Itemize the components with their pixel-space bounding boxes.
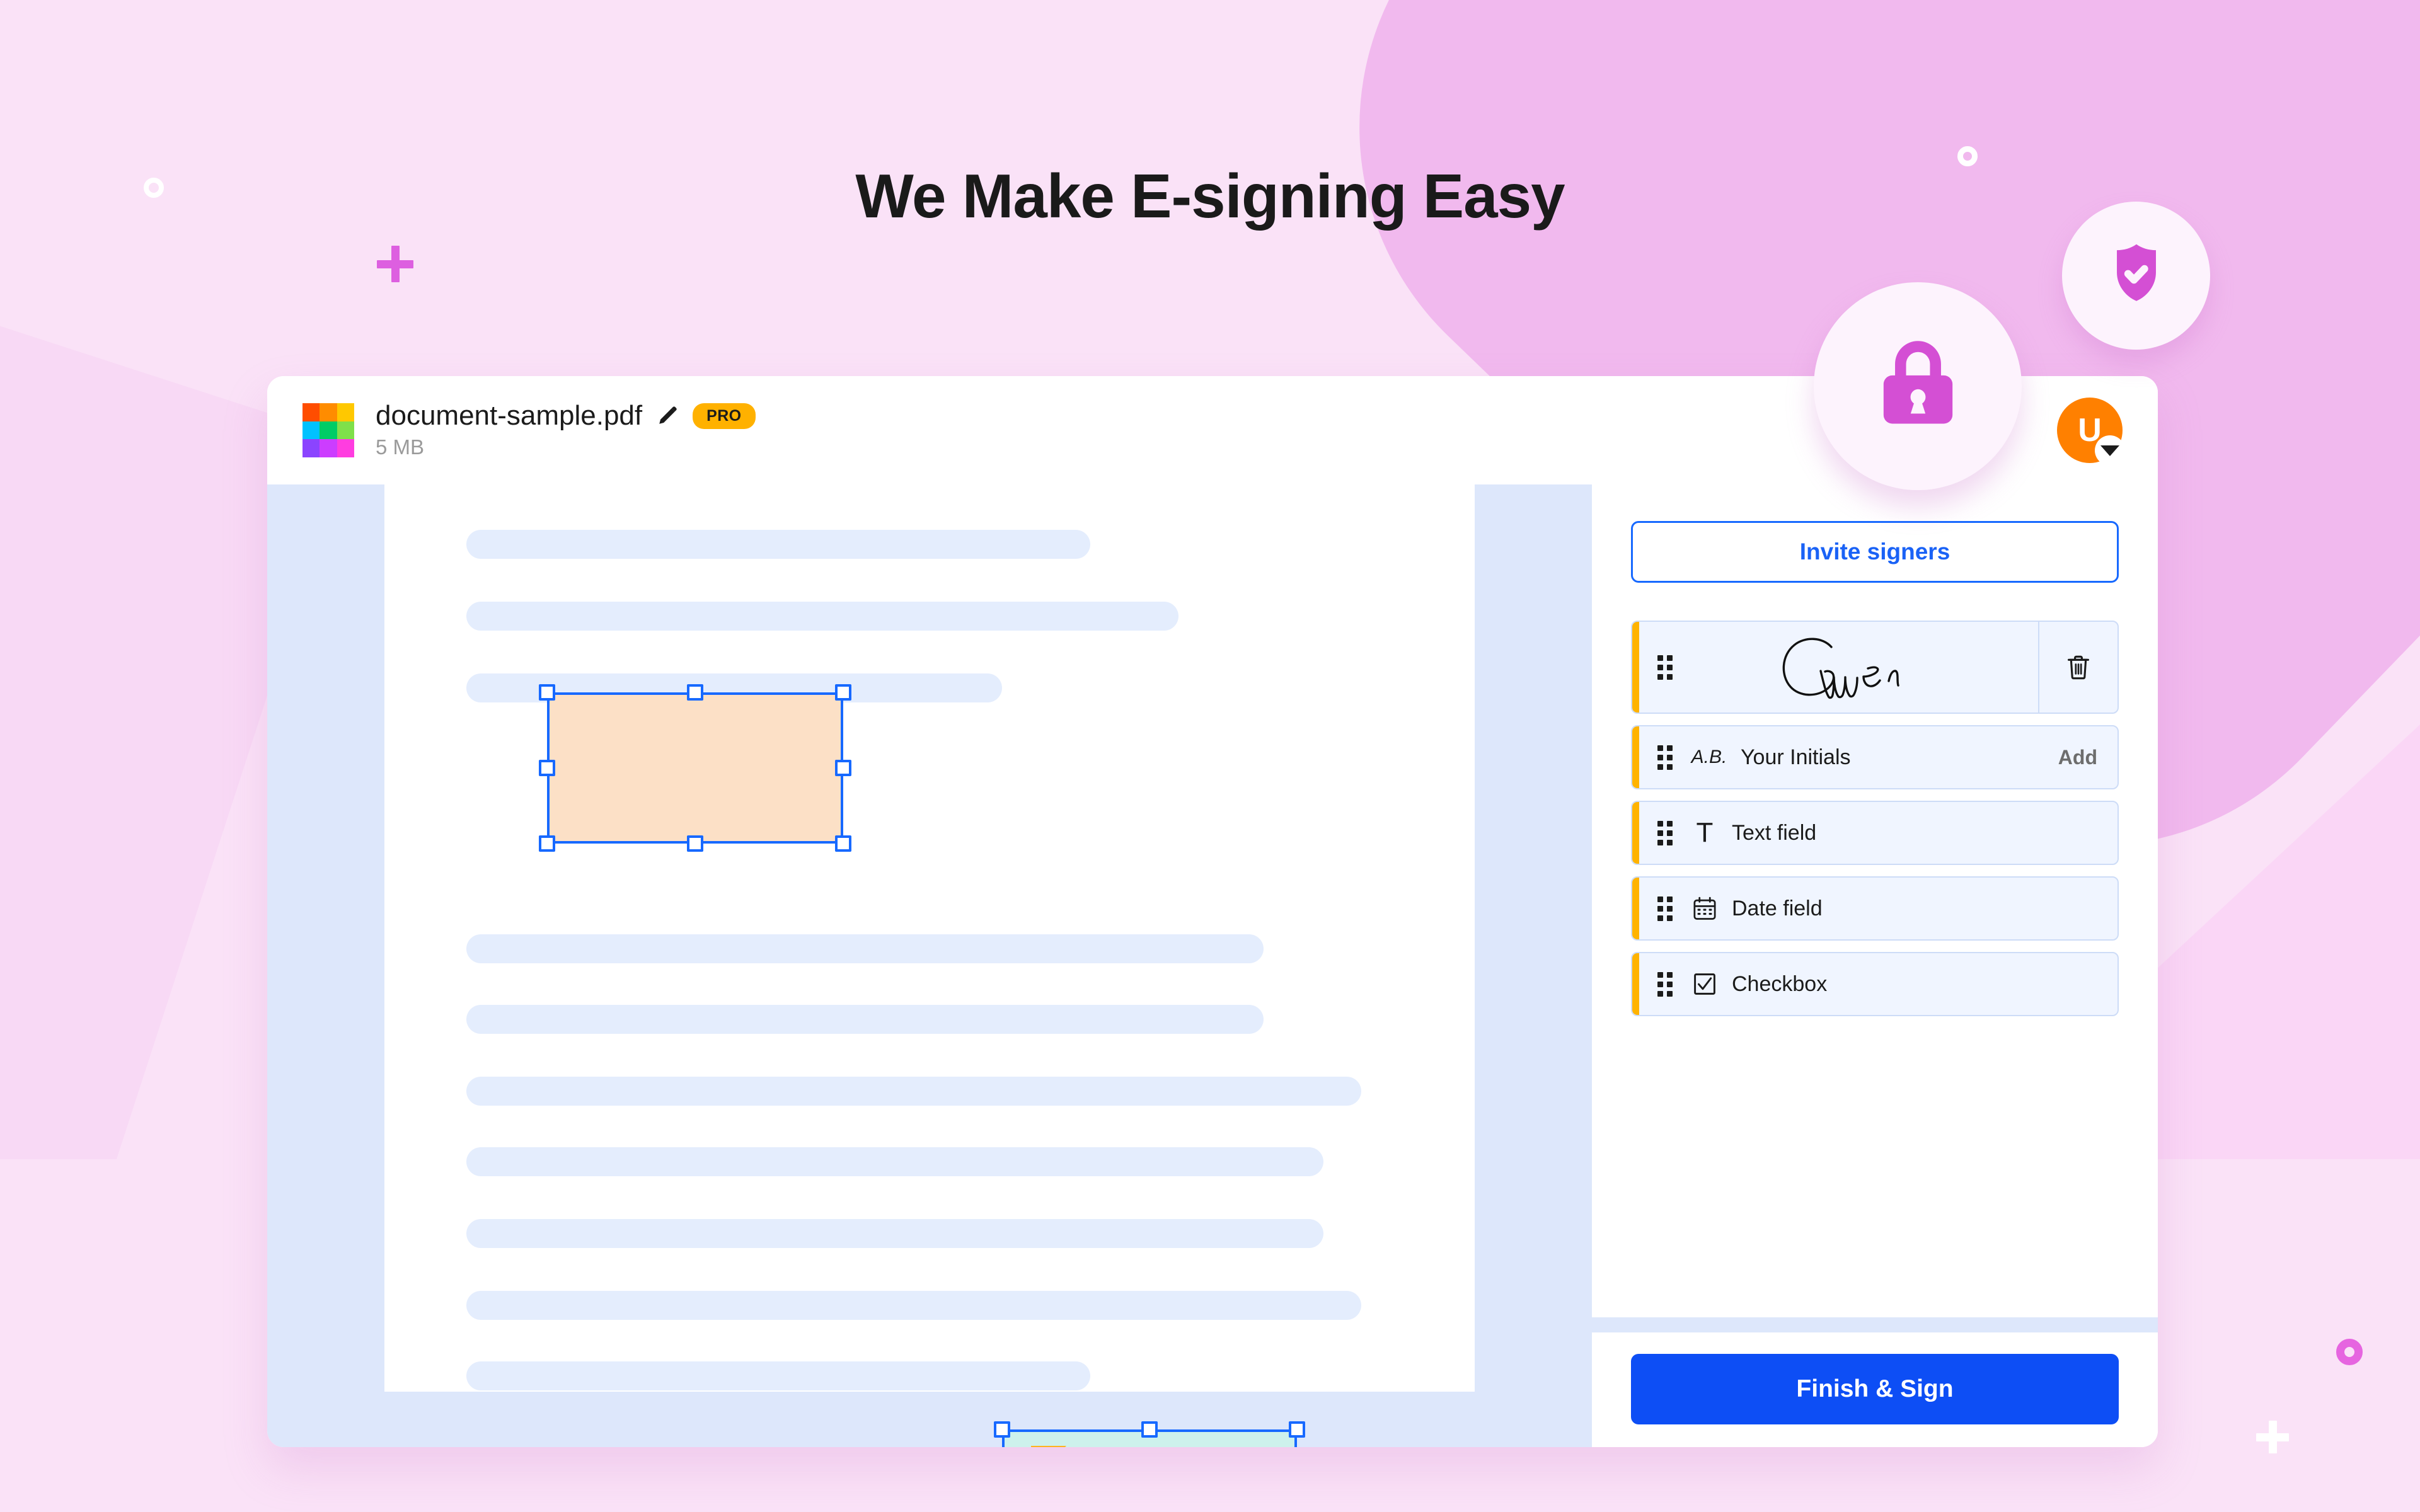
drag-grip-icon[interactable]: [1657, 896, 1673, 921]
drag-grip-icon[interactable]: [1657, 972, 1673, 997]
sidebar-divider: [1592, 1317, 2158, 1332]
resize-handle[interactable]: [687, 835, 703, 852]
tools-sidebar-top: Invite signers A.B. Your Initials Add T Text…: [1592, 484, 2158, 1317]
document-text-line: [466, 1291, 1361, 1320]
shield-badge: [2062, 202, 2210, 350]
file-size: 5 MB: [376, 435, 425, 459]
tool-item-label: Text field: [1732, 820, 1817, 845]
deco-plus-4: [2256, 1421, 2289, 1453]
tool-item-date[interactable]: Date field: [1631, 876, 2119, 941]
logo-cell-2: [337, 403, 354, 421]
logo-cell-3: [302, 421, 320, 440]
resize-handle[interactable]: [994, 1421, 1010, 1438]
logo-cell-6: [302, 439, 320, 457]
document-text-line: [466, 1005, 1264, 1034]
checkbox-icon: [1686, 970, 1723, 998]
calendar-icon: [1686, 895, 1723, 922]
document-text-line: [466, 602, 1178, 631]
logo-cell-1: [320, 403, 337, 421]
tools-sidebar-footer: Finish & Sign: [1592, 1332, 2158, 1447]
document-text-line: [466, 1147, 1323, 1176]
tools-sidebar: Invite signers A.B. Your Initials Add T Text…: [1592, 484, 2158, 1447]
resize-handle[interactable]: [687, 684, 703, 701]
avatar-menu[interactable]: U: [2057, 398, 2125, 466]
caret-triangle: [2100, 445, 2119, 456]
document-page[interactable]: [384, 484, 1475, 1447]
drag-grip-icon[interactable]: [1657, 655, 1673, 680]
document-text-line: [466, 1219, 1323, 1248]
tool-item-signature[interactable]: [1631, 621, 2119, 714]
logo-cell-8: [337, 439, 354, 457]
tool-glyph-initials: A.B.: [1691, 747, 1727, 767]
tool-item-label: Checkbox: [1732, 971, 1828, 996]
logo-cell-4: [320, 421, 337, 440]
deco-plus-1: [377, 246, 413, 282]
document-text-line: [466, 1077, 1361, 1106]
resize-handle[interactable]: [835, 760, 851, 776]
lock-badge: [1814, 282, 2022, 490]
field-corner-flag-icon: [1031, 1446, 1066, 1447]
delete-signature-button[interactable]: [2038, 622, 2118, 713]
drag-grip-icon[interactable]: [1657, 745, 1673, 770]
resize-handle[interactable]: [835, 835, 851, 852]
tool-add-action[interactable]: Add: [2058, 746, 2097, 769]
logo-cell-7: [320, 439, 337, 457]
color-grid-logo: [302, 403, 354, 457]
pro-badge: PRO: [693, 403, 756, 429]
logo-cell-0: [302, 403, 320, 421]
tool-item-label: Your Initials: [1741, 745, 1851, 769]
app-window: document-sample.pdf PRO 5 MB U Invite si…: [267, 376, 2158, 1447]
deco-ring-3: [2336, 1339, 2363, 1365]
resize-handle[interactable]: [539, 760, 555, 776]
tool-item-initials[interactable]: A.B. Your Initials Add: [1631, 725, 2119, 789]
invite-signers-button[interactable]: Invite signers: [1631, 521, 2119, 583]
pencil-icon[interactable]: [656, 404, 679, 427]
shield-check-icon: [2099, 237, 2174, 314]
resize-handle[interactable]: [835, 684, 851, 701]
resize-handle[interactable]: [539, 684, 555, 701]
finish-and-sign-button[interactable]: Finish & Sign: [1631, 1354, 2119, 1424]
lock-icon: [1863, 329, 1973, 443]
tool-item-checkbox[interactable]: Checkbox: [1631, 952, 2119, 1016]
resize-handle[interactable]: [1289, 1421, 1305, 1438]
page-title: We Make E-signing Easy: [855, 161, 1565, 231]
tool-list: A.B. Your Initials Add T Text field Date fie…: [1631, 621, 2119, 1016]
file-title-row: document-sample.pdf PRO: [376, 401, 756, 430]
document-text-line: [466, 934, 1264, 963]
document-text-line: [466, 1361, 1090, 1390]
tool-item-label: Date field: [1732, 896, 1823, 920]
tool-item-text[interactable]: T Text field: [1631, 801, 2119, 865]
logo-cell-5: [337, 421, 354, 440]
file-name: document-sample.pdf: [376, 399, 643, 431]
document-text-line: [466, 530, 1090, 559]
tool-glyph-text: T: [1696, 817, 1714, 848]
image-field[interactable]: [539, 684, 851, 852]
app-body: Invite signers A.B. Your Initials Add T Text…: [267, 484, 2158, 1447]
file-meta: document-sample.pdf PRO 5 MB: [376, 401, 756, 459]
chevron-down-icon[interactable]: [2095, 435, 2125, 466]
signature-preview: [1673, 622, 2038, 713]
document-canvas[interactable]: [267, 484, 1592, 1447]
drag-grip-icon[interactable]: [1657, 821, 1673, 845]
signature-field[interactable]: [994, 1421, 1305, 1447]
resize-handle[interactable]: [539, 835, 555, 852]
resize-handle[interactable]: [1141, 1421, 1158, 1438]
